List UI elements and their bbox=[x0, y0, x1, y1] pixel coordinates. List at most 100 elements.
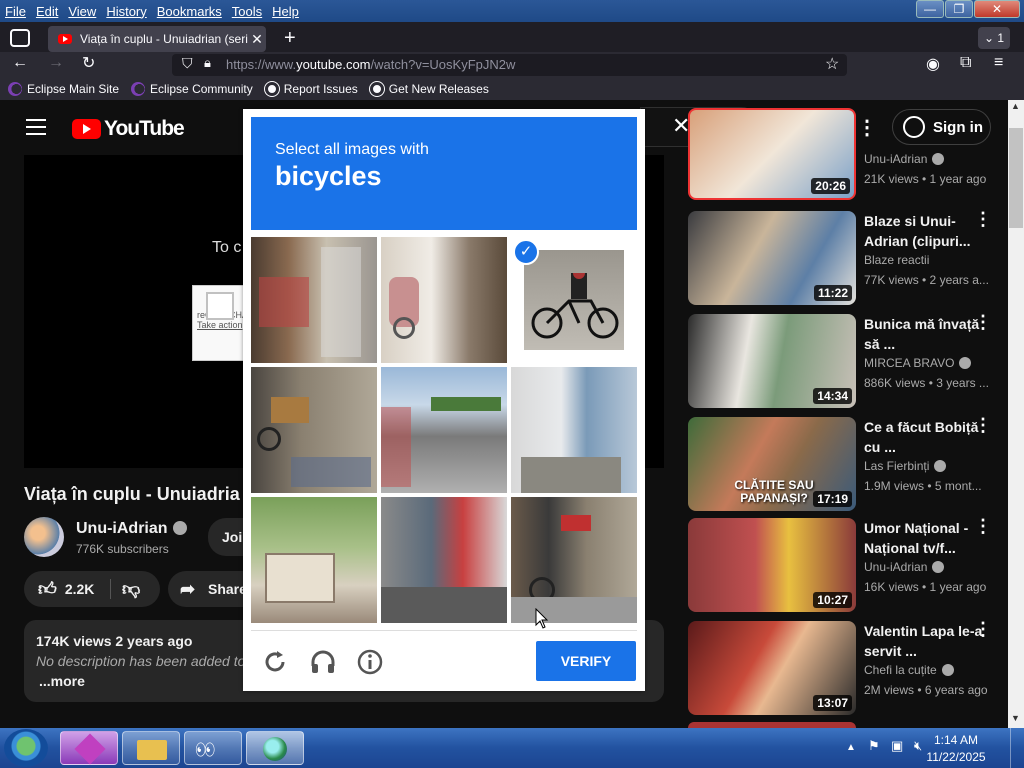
selected-check-icon: ✓ bbox=[513, 239, 539, 265]
bookmark-label: Get New Releases bbox=[388, 82, 489, 96]
like-button[interactable]: 👍︎ 2.2K 👎︎ bbox=[24, 571, 160, 607]
video-thumbnail[interactable]: CLĂTITE SAU PAPANAȘI? 17:19 bbox=[688, 417, 856, 511]
taskbar-app-explorer[interactable] bbox=[122, 731, 180, 765]
captcha-tile[interactable] bbox=[251, 497, 377, 623]
bookmark-eclipse-main[interactable]: Eclipse Main Site bbox=[8, 82, 119, 96]
forward-arrow-icon[interactable]: → bbox=[48, 54, 64, 72]
taskbar-app-eclipse[interactable] bbox=[60, 731, 118, 765]
youtube-favicon-icon bbox=[58, 34, 72, 44]
audio-challenge-icon[interactable] bbox=[309, 648, 337, 676]
video-duration: 13:07 bbox=[813, 695, 852, 711]
channel-name[interactable]: Unu-iAdrian bbox=[76, 520, 187, 538]
captcha-tile[interactable] bbox=[511, 497, 637, 623]
close-tab-icon[interactable]: ✕ bbox=[248, 31, 266, 48]
related-video[interactable]: 13:07 Valentin Lapa le-a servit ... Chef… bbox=[688, 620, 1008, 717]
captcha-tile[interactable] bbox=[381, 367, 507, 493]
related-video[interactable]: 11:22 Blaze si Unui-Adrian (clipuri... B… bbox=[688, 210, 1008, 307]
related-video[interactable]: 14:34 Bunica mă învață să ... MIRCEA BRA… bbox=[688, 313, 1008, 410]
scroll-down-icon[interactable]: ▼ bbox=[1011, 713, 1020, 723]
verified-icon bbox=[959, 357, 972, 369]
captcha-tile[interactable] bbox=[381, 497, 507, 623]
verified-icon bbox=[932, 561, 945, 573]
network-icon[interactable]: ▣ bbox=[891, 738, 903, 754]
more-options-icon[interactable]: ⋮ bbox=[974, 210, 992, 228]
join-button[interactable]: Joi bbox=[208, 518, 248, 556]
video-thumbnail[interactable]: 13:07 bbox=[688, 621, 856, 715]
menu-icon[interactable]: ≡ bbox=[994, 54, 1003, 72]
bookmark-report-issues[interactable]: Report Issues bbox=[264, 82, 358, 96]
action-center-icon[interactable]: ⚑ bbox=[868, 738, 880, 754]
menu-tools[interactable]: Tools bbox=[232, 4, 262, 19]
show-hidden-icons-icon[interactable]: ▲ bbox=[846, 742, 856, 753]
video-thumbnail[interactable]: 14:34 bbox=[688, 314, 856, 408]
more-options-icon[interactable]: ⋮ bbox=[974, 620, 992, 638]
related-video[interactable]: 10:27 Umor Național - Național tv/f... U… bbox=[688, 517, 1008, 614]
scrollbar-thumb[interactable] bbox=[1009, 128, 1023, 228]
system-clock[interactable]: 1:14 AM 11/22/2025 bbox=[926, 732, 986, 766]
taskbar-app-browser[interactable] bbox=[246, 731, 304, 765]
extensions-icon[interactable]: ⧉ bbox=[960, 54, 971, 72]
hamburger-menu-icon[interactable] bbox=[26, 119, 46, 140]
github-icon bbox=[264, 82, 279, 96]
captcha-tile[interactable] bbox=[251, 237, 377, 363]
like-count: 2.2K bbox=[64, 581, 95, 597]
video-thumbnail[interactable]: 20:26 bbox=[688, 108, 856, 200]
globe-icon bbox=[263, 737, 287, 761]
captcha-tile[interactable] bbox=[511, 367, 637, 493]
captcha-tile[interactable] bbox=[251, 367, 377, 493]
clock-date: 11/22/2025 bbox=[926, 750, 986, 764]
verified-icon bbox=[934, 460, 947, 472]
eyes-icon: 👀︎ bbox=[195, 742, 216, 759]
menu-edit[interactable]: Edit bbox=[36, 4, 58, 19]
start-button[interactable] bbox=[4, 729, 48, 767]
menu-file[interactable]: File bbox=[5, 4, 26, 19]
menu-history[interactable]: History bbox=[106, 4, 146, 19]
verify-button[interactable]: VERIFY bbox=[536, 641, 636, 681]
minimize-button[interactable]: — bbox=[916, 0, 944, 18]
tab-youtube[interactable]: Viața în cuplu - Unuiadrian (seri ✕ bbox=[48, 26, 266, 52]
share-button[interactable]: ➦ Share bbox=[168, 571, 248, 607]
description-stats: 174K views 2 years ago bbox=[36, 633, 193, 649]
menu-help[interactable]: Help bbox=[272, 4, 299, 19]
url-bar[interactable]: https://www.youtube.com/watch?v=UosKyFpJ… bbox=[172, 54, 847, 76]
recaptcha-link[interactable]: Take action bbox=[197, 320, 243, 330]
video-thumbnail[interactable]: 11:22 bbox=[688, 211, 856, 305]
bookmark-new-releases[interactable]: Get New Releases bbox=[369, 82, 489, 96]
bookmark-star-icon[interactable]: ☆ bbox=[825, 54, 839, 74]
reload-challenge-icon[interactable] bbox=[261, 648, 289, 676]
back-arrow-icon[interactable]: ← bbox=[12, 54, 28, 72]
more-options-icon[interactable]: ⋮ bbox=[974, 313, 992, 331]
menu-bookmarks[interactable]: Bookmarks bbox=[157, 4, 222, 19]
captcha-tile[interactable] bbox=[381, 237, 507, 363]
more-options-icon[interactable]: ⋮ bbox=[974, 416, 992, 434]
account-icon[interactable]: ◉ bbox=[926, 54, 940, 74]
show-desktop-button[interactable] bbox=[1010, 728, 1024, 768]
shield-icon[interactable]: ⛉ bbox=[182, 55, 193, 72]
reload-icon[interactable]: ↻ bbox=[82, 53, 95, 73]
video-thumbnail[interactable]: 10:27 bbox=[688, 518, 856, 612]
tab-list-button[interactable]: ⌄ 1 bbox=[978, 27, 1010, 49]
recaptcha-widget[interactable]: reCAPTCHA Take action bbox=[192, 285, 248, 361]
show-more-link[interactable]: ...more bbox=[39, 673, 85, 689]
tab-overview-icon[interactable] bbox=[10, 29, 30, 47]
captcha-tile-selected[interactable]: ✓ bbox=[511, 237, 637, 363]
related-video[interactable]: 20:26 Unu-iAdrian 21K views • 1 year ago bbox=[688, 108, 1008, 204]
channel-avatar[interactable] bbox=[24, 517, 64, 557]
lock-icon[interactable]: 🔒︎ bbox=[204, 55, 211, 71]
volume-muted-icon[interactable]: 🔇︎ bbox=[914, 738, 922, 754]
app-icon bbox=[74, 733, 106, 765]
new-tab-button[interactable]: + bbox=[284, 27, 296, 50]
close-window-button[interactable]: ✕ bbox=[974, 0, 1020, 18]
maximize-button[interactable]: ❐ bbox=[945, 0, 973, 18]
youtube-logo[interactable]: YouTube bbox=[72, 117, 185, 141]
url-path: /watch?v=UosKyFpJN2w bbox=[370, 57, 516, 72]
thumbs-down-icon[interactable]: 👎︎ bbox=[122, 578, 140, 600]
taskbar-app-viewer[interactable]: 👀︎ bbox=[184, 731, 242, 765]
scroll-up-icon[interactable]: ▲ bbox=[1011, 101, 1020, 111]
info-icon[interactable] bbox=[356, 648, 384, 676]
recaptcha-checkbox[interactable] bbox=[206, 292, 234, 320]
more-options-icon[interactable]: ⋮ bbox=[974, 517, 992, 535]
menu-view[interactable]: View bbox=[68, 4, 96, 19]
related-video[interactable]: CLĂTITE SAU PAPANAȘI? 17:19 Ce a făcut B… bbox=[688, 416, 1008, 513]
bookmark-eclipse-community[interactable]: Eclipse Community bbox=[131, 82, 253, 96]
